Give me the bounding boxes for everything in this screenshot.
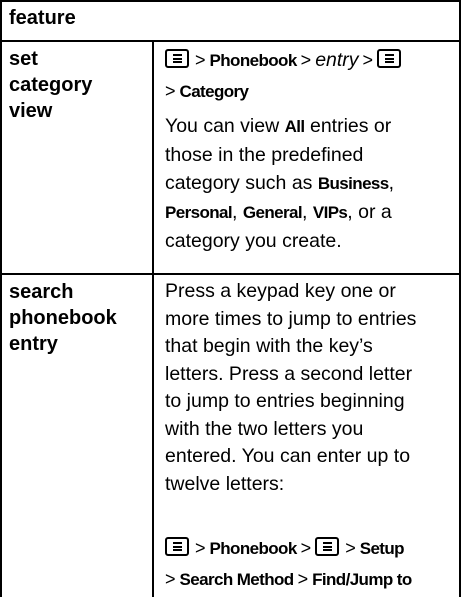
path-setup: Setup xyxy=(359,539,405,558)
path-separator: > xyxy=(362,50,374,70)
column-divider xyxy=(152,41,154,597)
feature-line: phonebook xyxy=(9,307,117,329)
desc-line: twelve letters: xyxy=(165,472,285,495)
menu-path-search: > Phonebook > > Setup > Search Method > Find/Ju… xyxy=(165,533,457,595)
desc-text: category you create. xyxy=(165,230,342,252)
feature-set-category-view: set category view xyxy=(9,46,149,124)
row-divider xyxy=(2,273,459,275)
desc-line: more times to jump to entries xyxy=(165,307,417,330)
desc-text: , or a xyxy=(347,201,392,223)
feature-line: set xyxy=(9,48,38,70)
menu-key-icon xyxy=(165,49,189,68)
desc-business: Business xyxy=(317,174,389,193)
desc-all: All xyxy=(284,117,306,136)
path-separator: > xyxy=(165,81,176,101)
desc-line: Press a keypad key one or xyxy=(165,280,396,302)
desc-line: letters. Press a second letter xyxy=(165,362,413,385)
feature-line: view xyxy=(9,100,53,122)
desc-line: that begin with the key’s xyxy=(165,335,373,357)
path-separator: > xyxy=(297,569,309,589)
feature-table: feature set category view > Phonebook > ent… xyxy=(0,0,461,597)
menu-key-icon xyxy=(315,537,340,556)
desc-line: to jump to entries beginning xyxy=(165,390,405,412)
feature-search-phonebook-entry: search phonebook entry xyxy=(9,279,149,357)
path-entry: entry xyxy=(315,49,359,71)
desc-general: General xyxy=(242,203,303,222)
path-find-jump: Find/Jump to xyxy=(312,570,412,589)
path-phonebook: Phonebook xyxy=(209,539,298,558)
path-phonebook: Phonebook xyxy=(209,51,298,70)
desc-line: entered. You can enter up to xyxy=(165,445,411,467)
feature-line: entry xyxy=(9,333,58,355)
path-separator: > xyxy=(345,538,356,558)
feature-line: category xyxy=(9,74,93,96)
menu-key-icon xyxy=(165,537,189,556)
path-separator: > xyxy=(195,538,206,558)
description-search: Press a keypad key one or more times to … xyxy=(165,278,457,498)
path-search-method: Search Method xyxy=(179,570,295,589)
desc-text: You can view xyxy=(165,115,280,137)
desc-line: with the two letters you xyxy=(165,417,364,440)
path-category: Category xyxy=(179,82,249,101)
desc-personal: Personal xyxy=(165,203,233,222)
menu-path-category: > Phonebook > entry > > Category xyxy=(165,45,457,107)
header-feature: feature xyxy=(9,7,76,29)
table-header: feature xyxy=(2,0,459,42)
path-separator: > xyxy=(195,50,206,70)
path-separator: > xyxy=(165,569,176,589)
path-separator: > xyxy=(300,538,312,558)
desc-vips: VIPs xyxy=(312,203,348,222)
menu-key-icon xyxy=(377,49,402,68)
description-category-view: You can view All entries or those in the… xyxy=(165,115,395,252)
feature-line: search xyxy=(9,281,74,303)
path-separator: > xyxy=(300,50,312,70)
